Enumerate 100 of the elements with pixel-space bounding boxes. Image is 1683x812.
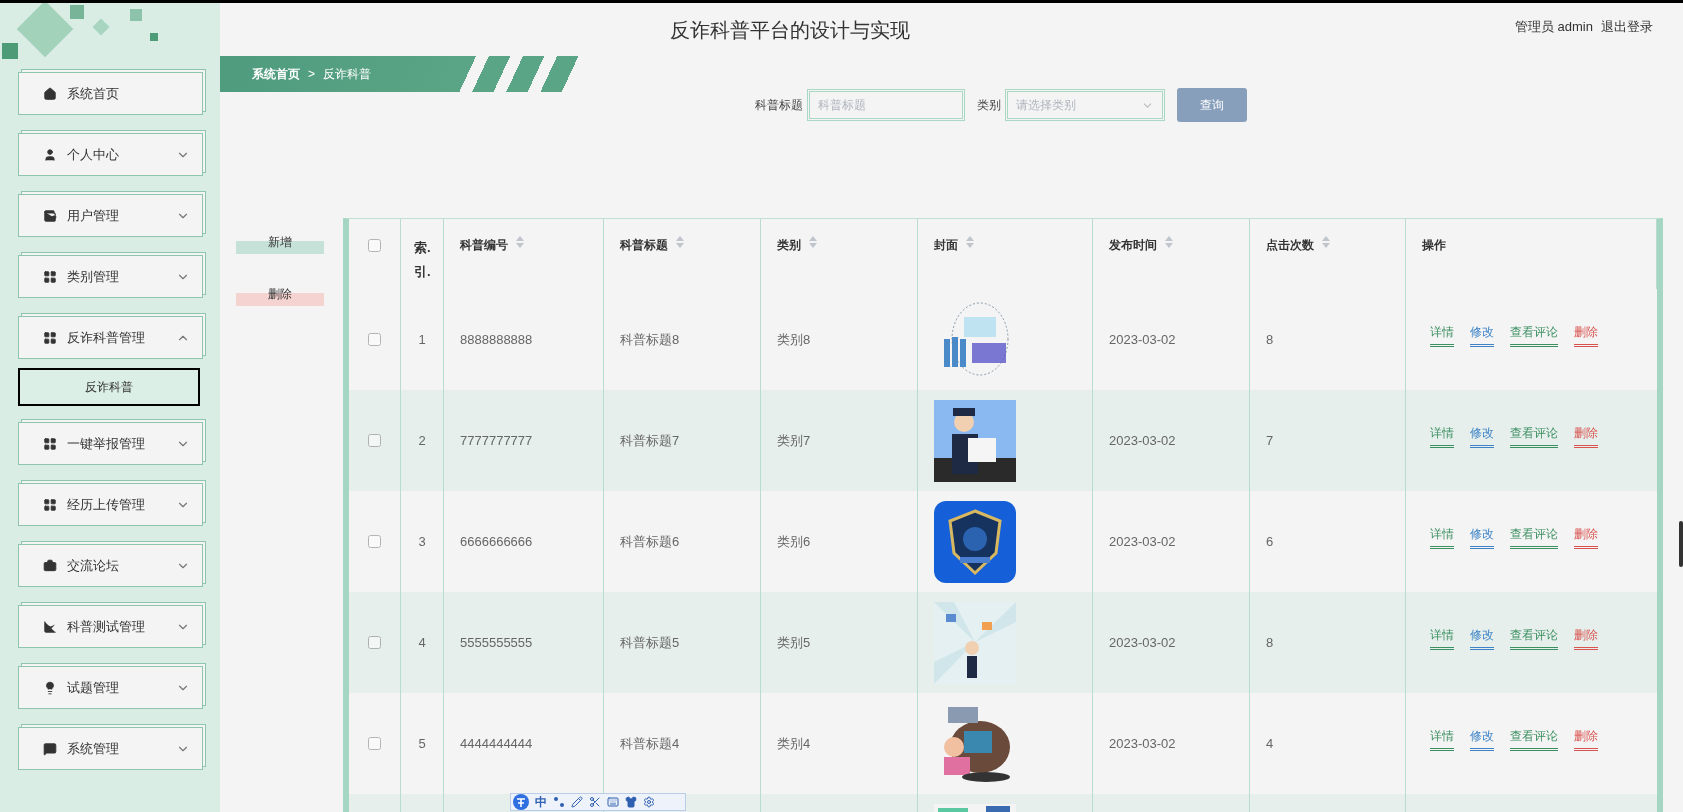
detail-link[interactable]: 详情 (1430, 625, 1454, 650)
edit-link[interactable]: 修改 (1470, 726, 1494, 751)
table-cell-text: 6 (1266, 532, 1274, 551)
edit-link[interactable]: 修改 (1470, 625, 1494, 650)
shirt-icon (625, 796, 637, 808)
table-cell-text: 6666666666 (460, 532, 533, 551)
table-cell-text: 类别8 (777, 330, 811, 349)
table-cell-text: 4444444444 (460, 734, 533, 753)
admin-user-label: 管理员 admin (1514, 18, 1593, 36)
sidebar-item[interactable]: 交流论坛 (18, 544, 203, 587)
table-cell-text: 2023-03-02 (1109, 330, 1176, 349)
sidebar-item[interactable]: 个人中心 (18, 133, 203, 176)
table-cell-text: 科普标题7 (620, 431, 680, 450)
detail-link[interactable]: 详情 (1430, 322, 1454, 347)
edit-link[interactable]: 修改 (1470, 322, 1494, 347)
sort-icon[interactable] (966, 236, 974, 248)
page-title: 反诈科普平台的设计与实现 (670, 18, 910, 43)
table-cell-text: 2023-03-02 (1109, 633, 1176, 652)
table-cell-text: 5555555555 (460, 633, 533, 652)
home-icon (43, 86, 57, 101)
wallet-icon (43, 208, 57, 223)
grid-icon (43, 436, 57, 451)
column-header: 发布时间 (1109, 237, 1157, 254)
category-select[interactable]: 请选择类别 (1005, 89, 1165, 121)
sidebar-item[interactable]: 系统管理 (18, 727, 203, 770)
delete-link[interactable]: 删除 (1574, 524, 1598, 549)
table-cell-text: 4 (1266, 734, 1274, 753)
table-cell-text: 类别4 (777, 734, 811, 753)
table-cell-text: 1 (418, 330, 426, 349)
sidebar-item[interactable]: 经历上传管理 (18, 483, 203, 526)
sort-icon[interactable] (1322, 236, 1330, 248)
punctuation-icon (553, 796, 565, 808)
comments-link[interactable]: 查看评论 (1510, 423, 1558, 448)
table-cell-text: 类别6 (777, 532, 811, 551)
sort-icon[interactable] (676, 236, 684, 248)
grid-icon (43, 330, 57, 345)
column-header: 操作 (1422, 237, 1446, 254)
settings-icon (643, 796, 655, 808)
table-cell-text: 7 (1266, 431, 1274, 450)
comments-link[interactable]: 查看评论 (1510, 524, 1558, 549)
scrollbar-thumb[interactable] (1679, 521, 1683, 567)
sidebar-item[interactable]: 反诈科普管理 (18, 316, 203, 359)
column-header: 科普编号 (460, 237, 508, 254)
submenu-item[interactable]: 反诈科普 (18, 368, 200, 406)
table-cell-text: 5 (418, 734, 426, 753)
column-header: 科普标题 (620, 237, 668, 254)
search-button[interactable]: 查询 (1177, 88, 1247, 122)
table-cell-text: 2 (418, 431, 426, 450)
breadcrumb-link[interactable]: 反诈科普 (323, 65, 371, 83)
detail-link[interactable]: 详情 (1430, 524, 1454, 549)
edit-link[interactable]: 修改 (1470, 524, 1494, 549)
pencil-icon (571, 796, 583, 808)
sidebar-item[interactable]: 用户管理 (18, 194, 203, 237)
sort-icon[interactable] (809, 236, 817, 248)
table-cell-text: 2023-03-02 (1109, 532, 1176, 551)
table-cell-text: 8 (1266, 330, 1274, 349)
edit-link[interactable]: 修改 (1470, 423, 1494, 448)
table-cell-text: 3 (418, 532, 426, 551)
comments-link[interactable]: 查看评论 (1510, 625, 1558, 650)
chat-icon (43, 741, 57, 756)
field-label: 科普标题 (755, 97, 803, 114)
column-header: 索.引. (414, 239, 430, 281)
sidebar-item[interactable]: 科普测试管理 (18, 605, 203, 648)
table-cell-text: 2023-03-02 (1109, 734, 1176, 753)
table-cell-text: 2023-03-02 (1109, 431, 1176, 450)
table-cell-text: 类别5 (777, 633, 811, 652)
detail-link[interactable]: 详情 (1430, 423, 1454, 448)
sidebar-item[interactable]: 类别管理 (18, 255, 203, 298)
column-header: 类别 (777, 237, 801, 254)
detail-link[interactable]: 详情 (1430, 726, 1454, 751)
user-icon (43, 147, 57, 162)
sidebar-item[interactable]: 系统首页 (18, 72, 203, 115)
delete-link[interactable]: 删除 (1574, 322, 1598, 347)
sidebar-item[interactable]: 一键举报管理 (18, 422, 203, 465)
comments-link[interactable]: 查看评论 (1510, 726, 1558, 751)
grid-icon (43, 497, 57, 512)
column-header: 点击次数 (1266, 237, 1314, 254)
logout-link[interactable]: 退出登录 (1601, 17, 1653, 37)
lightbulb-icon (43, 680, 57, 695)
ime-mode-label: 中 (535, 796, 547, 808)
sort-icon[interactable] (516, 236, 524, 248)
sidebar-item[interactable]: 试题管理 (18, 666, 203, 709)
table-cell-text: 7777777777 (460, 431, 533, 450)
table-cell-text: 类别7 (777, 431, 811, 450)
table-cell-text: 8888888888 (460, 330, 533, 349)
title-input[interactable]: 科普标题 (807, 89, 965, 121)
sort-icon[interactable] (1165, 236, 1173, 248)
delete-link[interactable]: 删除 (1574, 625, 1598, 650)
delete-link[interactable]: 删除 (1574, 423, 1598, 448)
table-cell-text: 科普标题5 (620, 633, 680, 652)
grid-icon (43, 269, 57, 284)
comments-link[interactable]: 查看评论 (1510, 322, 1558, 347)
column-header: 封面 (934, 237, 958, 254)
breadcrumb-link[interactable]: 系统首页 (252, 65, 300, 83)
breadcrumb-separator: > (308, 66, 315, 83)
table-cell-text: 4 (418, 633, 426, 652)
delete-link[interactable]: 删除 (1574, 726, 1598, 751)
table-cell-text: 科普标题4 (620, 734, 680, 753)
table-cell-text: 科普标题6 (620, 532, 680, 551)
table-cell-text: 科普标题8 (620, 330, 680, 349)
